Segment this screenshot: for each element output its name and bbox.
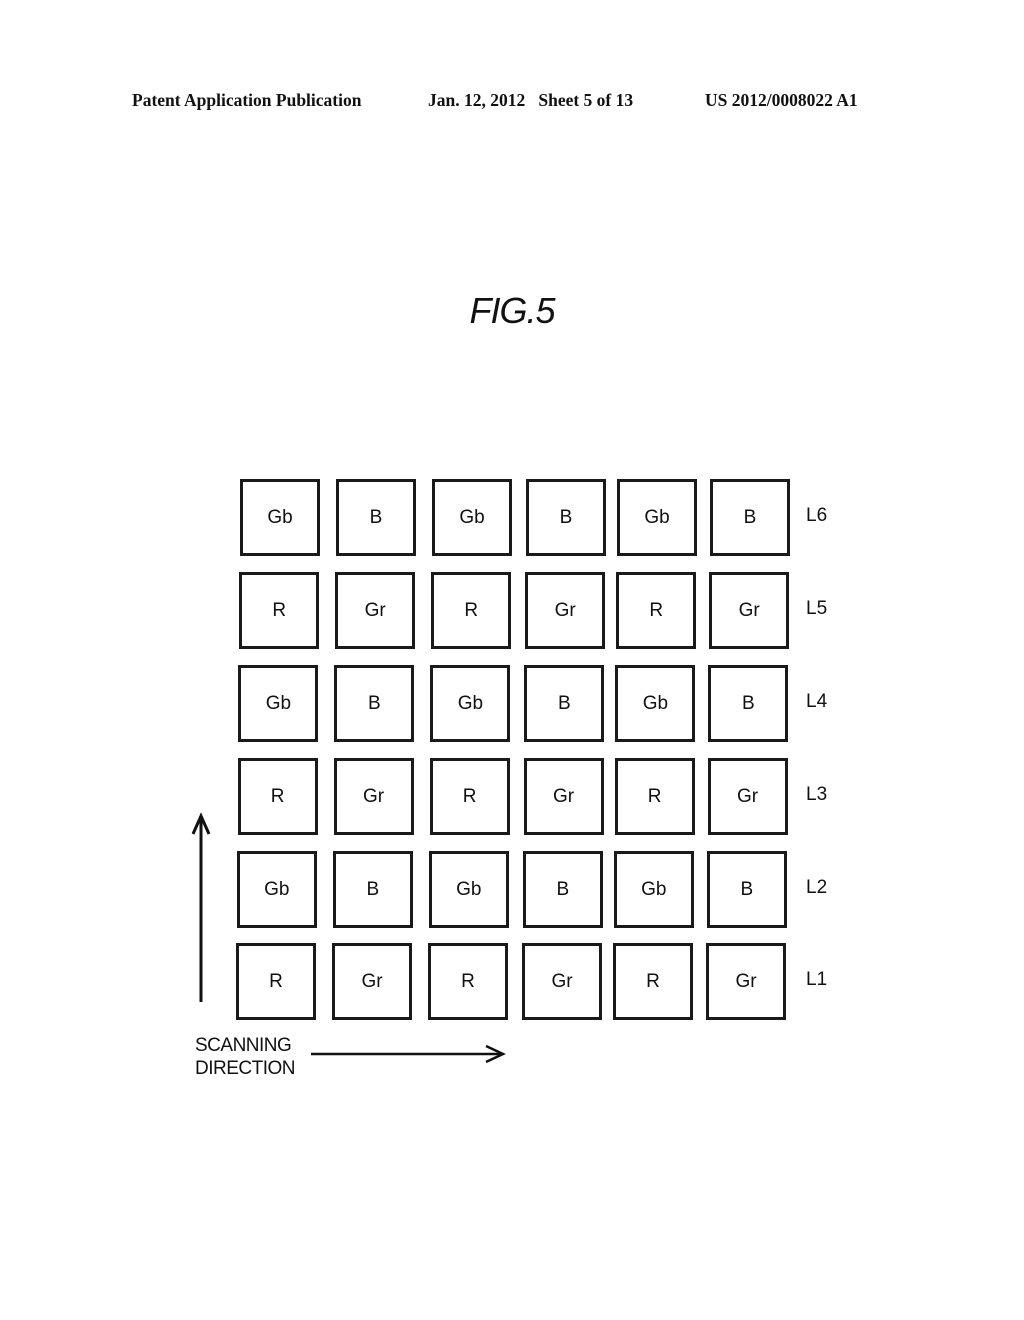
arrow-right-icon	[311, 1044, 506, 1064]
arrows-layer	[191, 812, 506, 1064]
scan-label-line2: DIRECTION	[195, 1058, 296, 1079]
scanning-direction-label: SCANNING DIRECTION	[195, 1034, 296, 1080]
arrow-up-icon	[191, 812, 211, 1002]
scan-label-line1: SCANNING	[195, 1035, 292, 1056]
